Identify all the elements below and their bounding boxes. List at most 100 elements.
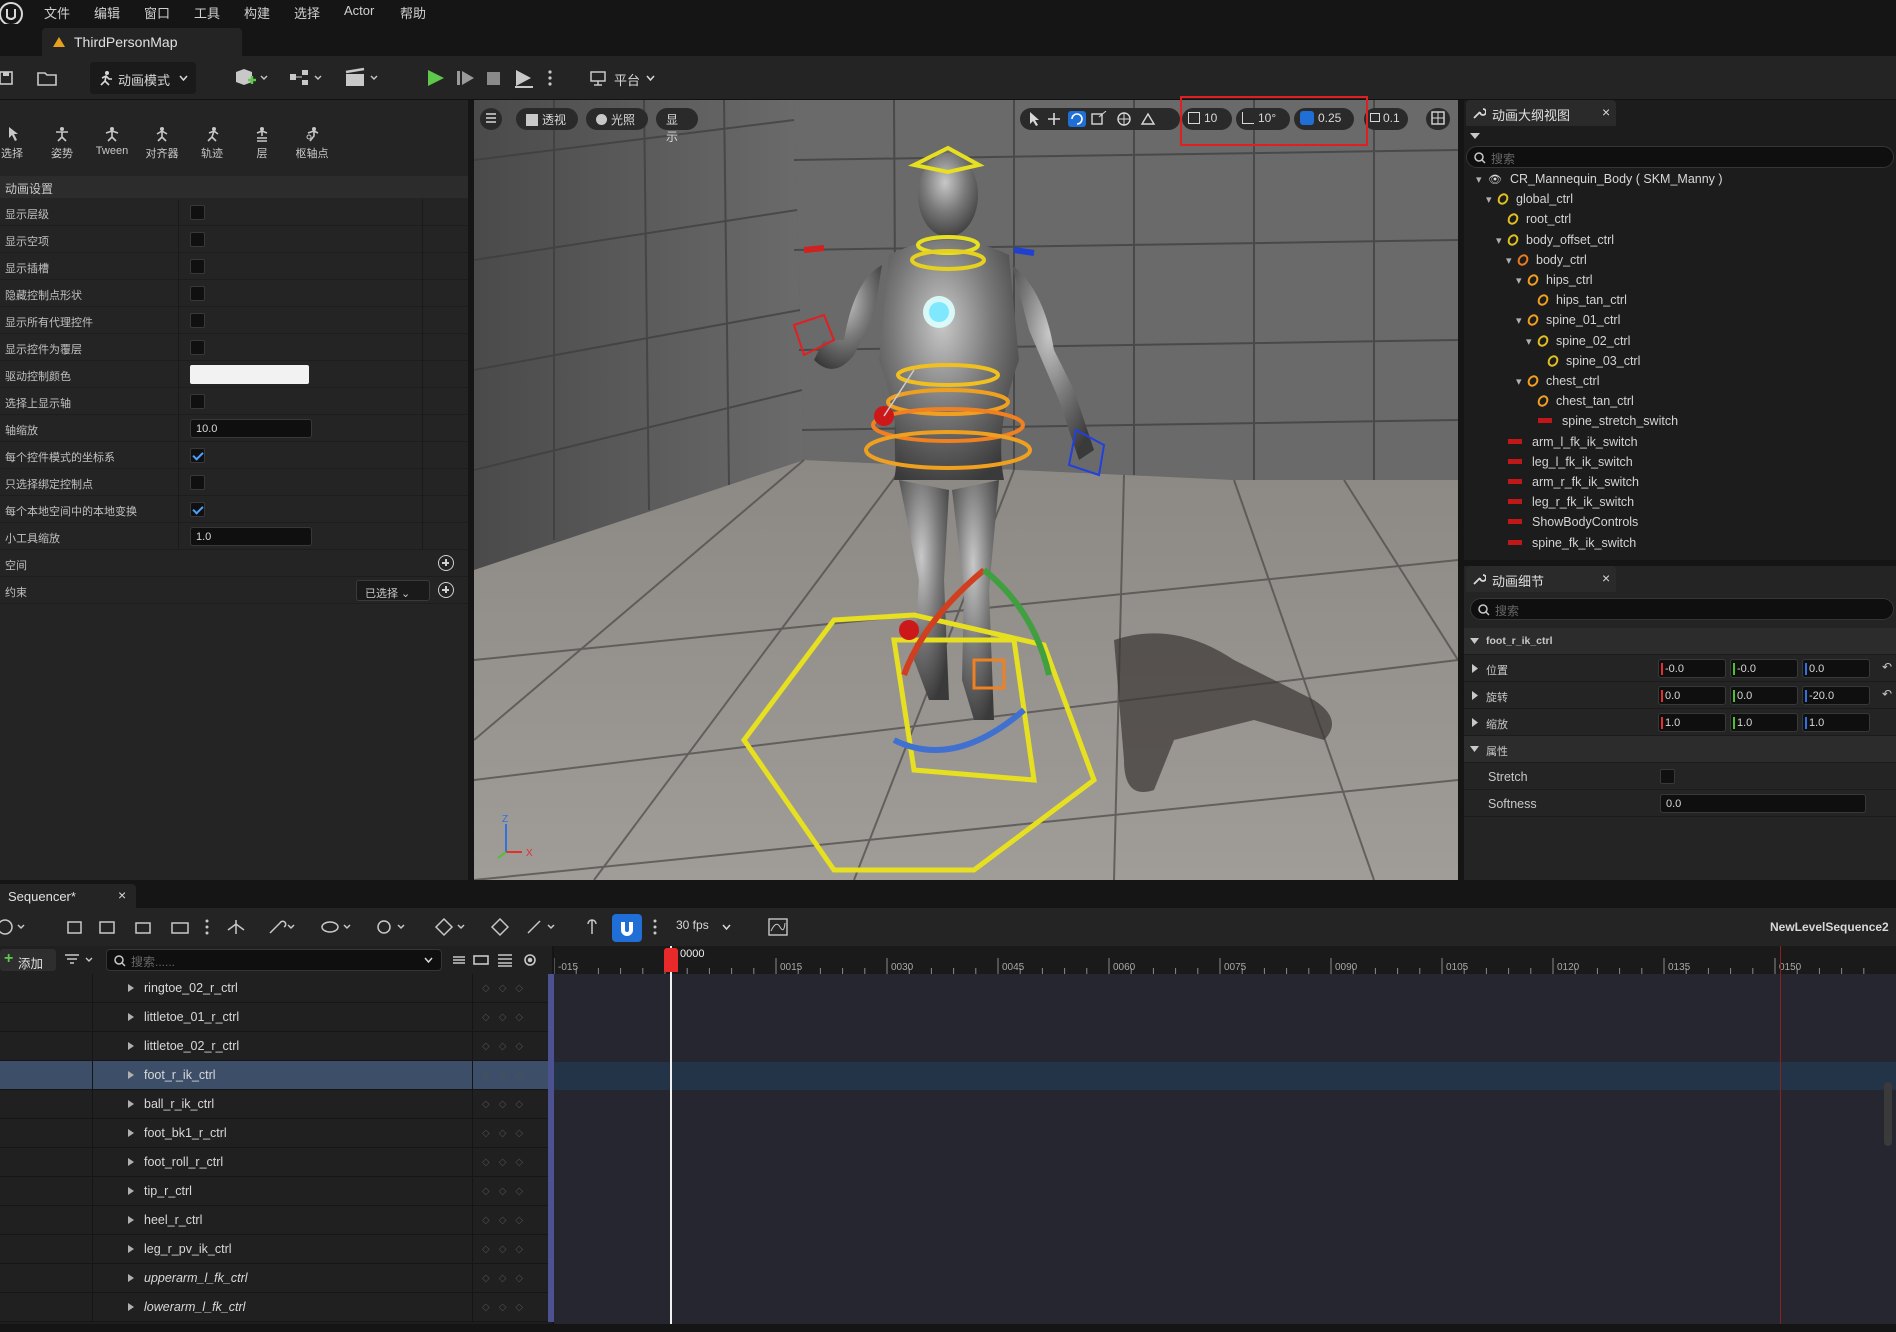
- expand-arrow-icon[interactable]: [128, 1042, 134, 1050]
- show-button[interactable]: 显示: [656, 108, 698, 144]
- expand-arrow-icon[interactable]: [128, 1216, 134, 1224]
- outliner-tab[interactable]: 动画大纲视图 ×: [1466, 100, 1616, 126]
- key-navigation-icon[interactable]: ◇◇◇: [482, 1128, 532, 1139]
- add-actor-icon[interactable]: [232, 62, 272, 94]
- number-field[interactable]: 1.0: [190, 527, 312, 546]
- tool-pivot[interactable]: 枢轴点: [290, 126, 334, 161]
- setting-checkbox[interactable]: [190, 394, 205, 409]
- outliner-item[interactable]: root_ctrl: [1496, 211, 1571, 232]
- key-navigation-icon[interactable]: ◇◇◇: [482, 1041, 532, 1052]
- lighting-button[interactable]: 光照: [586, 108, 648, 130]
- key-navigation-icon[interactable]: ◇◇◇: [482, 1070, 532, 1081]
- setting-checkbox[interactable]: [190, 340, 205, 355]
- setting-checkbox[interactable]: [190, 259, 205, 274]
- save-icon[interactable]: [0, 62, 16, 94]
- setting-checkbox[interactable]: [190, 286, 205, 301]
- play-options-icon[interactable]: [546, 62, 554, 94]
- track-row[interactable]: leg_r_pv_ik_ctrl ◇◇◇: [0, 1235, 552, 1264]
- outliner-item[interactable]: ▾ 👁 CR_Mannequin_Body ( SKM_Manny ): [1476, 172, 1723, 192]
- track-row[interactable]: foot_bk1_r_ctrl ◇◇◇: [0, 1119, 552, 1148]
- timeline-scrollbar[interactable]: [1884, 1082, 1892, 1146]
- viewport-layout-icon[interactable]: [1426, 108, 1450, 130]
- key-navigation-icon[interactable]: ◇◇◇: [482, 1012, 532, 1023]
- color-swatch[interactable]: [190, 365, 309, 384]
- reset-icon[interactable]: ↶: [1882, 687, 1892, 701]
- animation-settings-header[interactable]: 动画设置: [0, 176, 468, 198]
- scale-z-field[interactable]: 1.0: [1802, 713, 1870, 732]
- track-row[interactable]: ball_r_ik_ctrl ◇◇◇: [0, 1090, 552, 1119]
- control-section-header[interactable]: foot_r_ik_ctrl: [1464, 628, 1896, 655]
- outliner-item[interactable]: ▾ body_offset_ctrl: [1496, 231, 1614, 253]
- setting-checkbox[interactable]: [190, 313, 205, 328]
- expand-arrow-icon[interactable]: [128, 1129, 134, 1137]
- outliner-item[interactable]: spine_stretch_switch: [1526, 414, 1678, 434]
- chevron-right-icon[interactable]: [1472, 691, 1479, 700]
- track-row[interactable]: lowerarm_l_fk_ctrl ◇◇◇: [0, 1293, 552, 1322]
- details-search-input[interactable]: 搜索: [1470, 598, 1894, 620]
- outliner-item[interactable]: spine_03_ctrl: [1536, 353, 1640, 374]
- magnet-snap-button[interactable]: [612, 914, 642, 942]
- track-row[interactable]: ringtoe_02_r_ctrl ◇◇◇: [0, 974, 552, 1003]
- content-browser-icon[interactable]: [36, 62, 60, 94]
- add-constraint-icon[interactable]: [438, 582, 454, 598]
- stretch-checkbox[interactable]: [1660, 769, 1675, 784]
- platform-dropdown[interactable]: 平台: [590, 62, 660, 94]
- setting-checkbox[interactable]: [190, 502, 205, 517]
- outliner-item[interactable]: ▾ hips_ctrl: [1516, 272, 1593, 293]
- key-navigation-icon[interactable]: ◇◇◇: [482, 1273, 532, 1284]
- camera-speed-button[interactable]: 0.1: [1364, 108, 1408, 130]
- menu-actor[interactable]: Actor: [344, 3, 374, 18]
- menu-help[interactable]: 帮助: [400, 3, 426, 22]
- location-y-field[interactable]: -0.0: [1730, 659, 1798, 678]
- expand-arrow-icon[interactable]: [128, 1158, 134, 1166]
- track-row[interactable]: littletoe_01_r_ctrl ◇◇◇: [0, 1003, 552, 1032]
- key-navigation-icon[interactable]: ◇◇◇: [482, 1186, 532, 1197]
- outliner-item[interactable]: ▾ body_ctrl: [1506, 252, 1587, 273]
- outliner-item[interactable]: arm_l_fk_ik_switch: [1496, 435, 1638, 455]
- expand-arrow-icon[interactable]: [128, 1303, 134, 1311]
- cinematics-icon[interactable]: [342, 62, 382, 94]
- play-icon[interactable]: [424, 62, 448, 94]
- key-navigation-icon[interactable]: ◇◇◇: [482, 1215, 532, 1226]
- key-navigation-icon[interactable]: ◇◇◇: [482, 1244, 532, 1255]
- close-icon[interactable]: ×: [1602, 104, 1610, 120]
- curve-editor-icon[interactable]: [768, 918, 788, 936]
- expand-arrow-icon[interactable]: [128, 1013, 134, 1021]
- details-tab[interactable]: 动画细节 ×: [1466, 566, 1616, 592]
- expand-arrow-icon[interactable]: ▾: [1526, 335, 1538, 348]
- number-field[interactable]: 10.0: [190, 419, 312, 438]
- menu-window[interactable]: 窗口: [144, 3, 170, 22]
- track-row[interactable]: foot_r_ik_ctrl ◇◇◇: [0, 1061, 552, 1090]
- key-navigation-icon[interactable]: ◇◇◇: [482, 1099, 532, 1110]
- eject-icon[interactable]: [512, 62, 536, 94]
- location-x-field[interactable]: -0.0: [1658, 659, 1726, 678]
- viewport-menu-icon[interactable]: [480, 108, 502, 130]
- outliner-item[interactable]: ▾ spine_01_ctrl: [1516, 312, 1620, 333]
- menu-file[interactable]: 文件: [44, 3, 70, 22]
- outliner-item[interactable]: leg_l_fk_ik_switch: [1496, 455, 1633, 475]
- menu-select[interactable]: 选择: [294, 3, 320, 22]
- track-search-input[interactable]: 搜索......: [106, 949, 442, 971]
- outliner-item[interactable]: ShowBodyControls: [1496, 515, 1638, 535]
- playhead-handle[interactable]: [664, 948, 678, 972]
- menu-tools[interactable]: 工具: [194, 3, 220, 22]
- track-row[interactable]: heel_r_ctrl ◇◇◇: [0, 1206, 552, 1235]
- scale-x-field[interactable]: 1.0: [1658, 713, 1726, 732]
- attributes-section-header[interactable]: 属性: [1464, 736, 1896, 763]
- constraint-dropdown[interactable]: 已选择 ⌄: [356, 580, 430, 601]
- location-z-field[interactable]: 0.0: [1802, 659, 1870, 678]
- outliner-item[interactable]: chest_tan_ctrl: [1526, 393, 1634, 414]
- level-viewport[interactable]: Z X 透视 光照 显示 10 10° 0.25 0.1: [474, 100, 1458, 880]
- snap-options-icon[interactable]: [652, 916, 658, 938]
- blueprint-icon[interactable]: [286, 62, 326, 94]
- filter-chevron-icon[interactable]: [1470, 132, 1480, 140]
- fps-dropdown[interactable]: 30 fps: [676, 918, 736, 938]
- add-track-button[interactable]: + 添加: [0, 949, 56, 971]
- key-navigation-icon[interactable]: ◇◇◇: [482, 1157, 532, 1168]
- tool-tween[interactable]: Tween: [90, 126, 134, 157]
- expand-arrow-icon[interactable]: [128, 1274, 134, 1282]
- rotation-z-field[interactable]: -20.0: [1802, 686, 1870, 705]
- tool-trails[interactable]: 轨迹: [190, 126, 234, 161]
- softness-field[interactable]: 0.0: [1660, 794, 1866, 813]
- outliner-item[interactable]: ▾ chest_ctrl: [1516, 373, 1600, 394]
